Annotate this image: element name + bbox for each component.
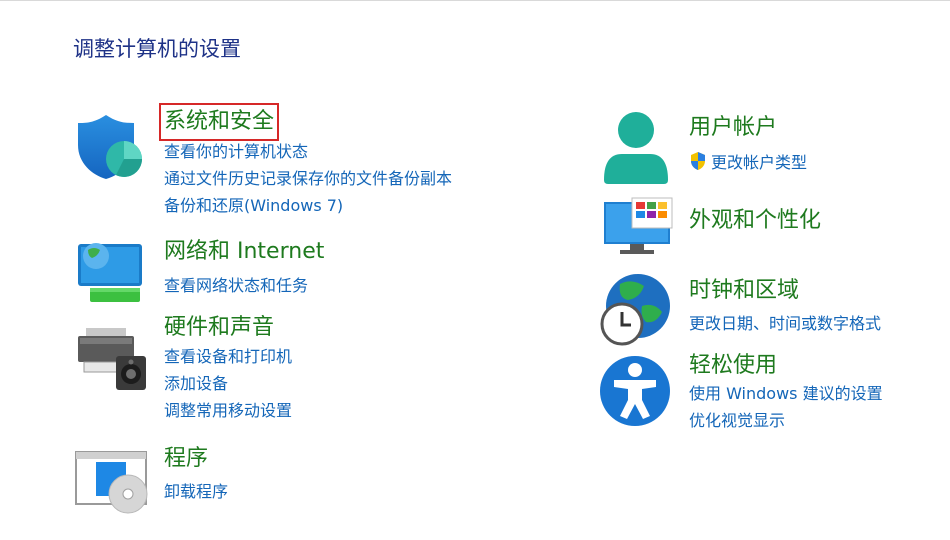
link-change-account-type[interactable]: 更改帐户类型 xyxy=(689,151,807,173)
monitor-palette-icon[interactable] xyxy=(602,196,674,258)
category-hardware-sound[interactable]: 硬件和声音 xyxy=(164,314,274,342)
uac-shield-icon xyxy=(691,152,705,170)
link-devices-printers[interactable]: 查看设备和打印机 xyxy=(164,347,292,367)
top-divider xyxy=(0,0,950,1)
globe-clock-icon[interactable] xyxy=(598,272,674,346)
category-network[interactable]: 网络和 Internet xyxy=(164,238,324,266)
category-ease-access[interactable]: 轻松使用 xyxy=(689,352,777,380)
link-network-status[interactable]: 查看网络状态和任务 xyxy=(164,276,308,296)
control-panel-page: 调整计算机的设置 系统和安全 查看你的计算机状态 通过文件历史记录保存你的文件备… xyxy=(0,0,950,540)
category-programs[interactable]: 程序 xyxy=(164,445,208,473)
link-mobility-settings[interactable]: 调整常用移动设置 xyxy=(164,401,292,421)
category-clock-region[interactable]: 时钟和区域 xyxy=(689,277,799,305)
category-appearance[interactable]: 外观和个性化 xyxy=(689,207,821,235)
printer-speaker-icon[interactable] xyxy=(76,326,148,392)
link-recommended-settings[interactable]: 使用 Windows 建议的设置 xyxy=(689,384,883,404)
page-title: 调整计算机的设置 xyxy=(73,37,241,61)
link-file-history-backup[interactable]: 通过文件历史记录保存你的文件备份副本 xyxy=(164,169,452,189)
programs-disc-icon[interactable] xyxy=(74,450,150,516)
link-change-date-time-format[interactable]: 更改日期、时间或数字格式 xyxy=(689,314,881,334)
accessibility-icon[interactable] xyxy=(598,354,672,428)
category-system-security[interactable]: 系统和安全 xyxy=(158,103,280,141)
link-add-device[interactable]: 添加设备 xyxy=(164,374,228,394)
network-globe-icon[interactable] xyxy=(76,236,148,308)
link-uninstall-program[interactable]: 卸载程序 xyxy=(164,482,228,502)
security-shield-icon[interactable] xyxy=(76,113,146,183)
link-optimize-visual-display[interactable]: 优化视觉显示 xyxy=(689,411,785,431)
category-user-accounts[interactable]: 用户帐户 xyxy=(689,114,777,142)
link-change-account-type-label: 更改帐户类型 xyxy=(711,153,808,172)
link-view-computer-status[interactable]: 查看你的计算机状态 xyxy=(164,142,308,162)
user-icon[interactable] xyxy=(602,110,670,186)
link-backup-restore[interactable]: 备份和还原(Windows 7) xyxy=(164,196,343,216)
